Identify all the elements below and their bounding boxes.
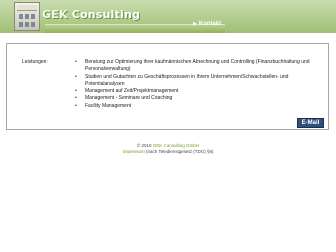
site-header: GEK Consulting ▶ Kontakt — [0, 0, 336, 33]
brand-logo[interactable]: GEK Consulting — [42, 8, 140, 22]
copyright-text: © 2010 — [136, 143, 153, 148]
list-item: Facility Management — [75, 103, 327, 111]
brand-consulting: Consulting — [67, 8, 141, 21]
impressum-link[interactable]: Impressum — [123, 149, 145, 154]
company-link[interactable]: GEK Consulting GmbH — [153, 143, 199, 148]
list-item: Management auf Zeit/Projektmanagement — [75, 88, 327, 96]
site-footer: © 2010 GEK Consulting GmbH Impressum (na… — [0, 143, 336, 155]
list-item: Studien und Gutachten zu Geschäftsprozes… — [75, 74, 327, 89]
impressum-note: (nach Teledienstgesetz (TDG) §6) — [144, 149, 214, 154]
list-item: Management - Seminare und Coaching — [75, 95, 327, 103]
nav-kontakt-link[interactable]: ▶ Kontakt — [193, 20, 221, 28]
content-box: Leistungen: Beratung zur Optimierung ihr… — [6, 43, 329, 130]
list-item: Beratung zur Optimierung ihrer kaufmänni… — [75, 59, 327, 74]
impressum-line: Impressum (nach Teledienstgesetz (TDG) §… — [0, 149, 336, 155]
arrow-right-icon: ▶ — [193, 21, 197, 27]
building-logo-icon[interactable] — [14, 2, 40, 31]
services-list: Beratung zur Optimierung ihrer kaufmänni… — [75, 59, 327, 110]
services-label: Leistungen: — [22, 59, 48, 65]
email-button[interactable]: E-Mail — [297, 118, 324, 128]
nav-kontakt-label: Kontakt — [198, 21, 222, 27]
brand-gek: GEK — [42, 8, 68, 21]
